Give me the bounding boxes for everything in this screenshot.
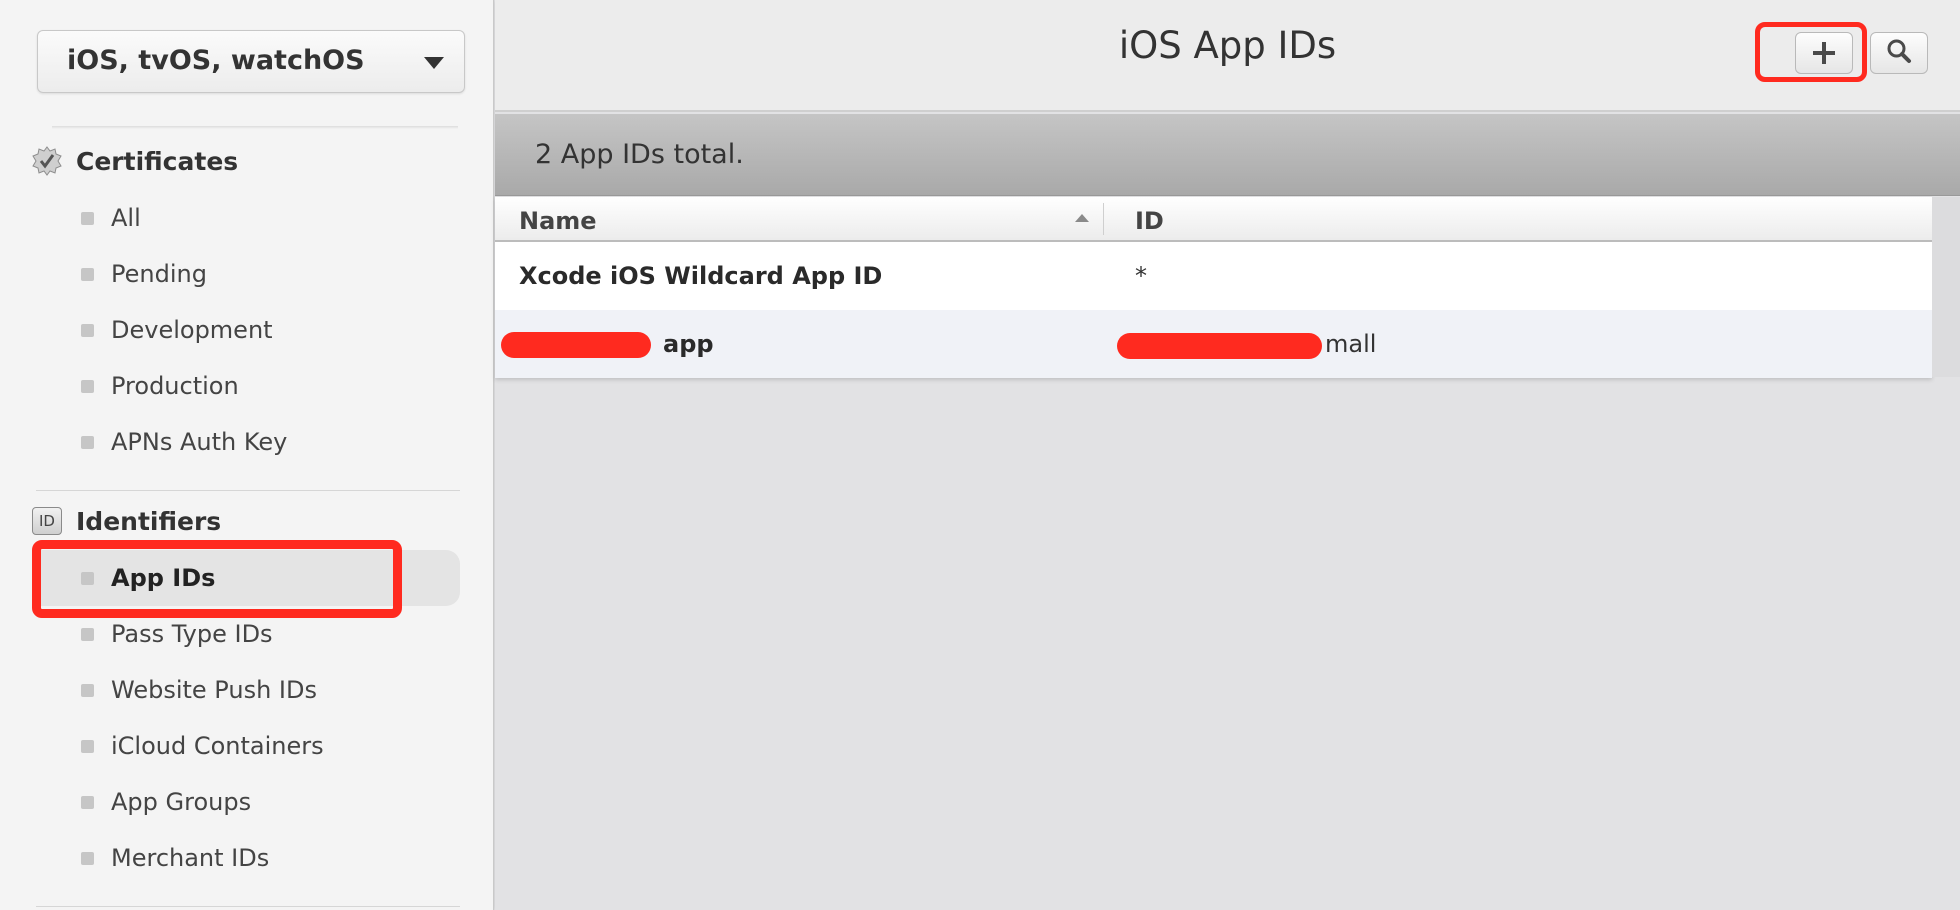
sidebar-item-label: APNs Auth Key xyxy=(111,428,288,456)
table-scroll-edge xyxy=(1932,197,1960,377)
bullet-icon xyxy=(81,795,94,809)
bullet-icon xyxy=(81,323,94,337)
section-title-identifiers: Identifiers xyxy=(76,506,222,536)
app-id-name: Xcode iOS Wildcard App ID xyxy=(519,262,883,290)
section-identifiers: ID Identifiers xyxy=(32,503,221,539)
add-button[interactable] xyxy=(1795,32,1853,74)
platform-dropdown-label: iOS, tvOS, watchOS xyxy=(67,45,365,76)
search-button[interactable] xyxy=(1870,32,1928,74)
sidebar-item-production[interactable]: Production xyxy=(36,358,460,414)
table-row[interactable]: Xcode iOS Wildcard App ID * xyxy=(495,242,1932,310)
section-title-certificates: Certificates xyxy=(76,146,239,176)
certificate-icon xyxy=(32,146,62,176)
table-row[interactable]: app mall xyxy=(495,310,1932,378)
sidebar-item-label: Merchant IDs xyxy=(111,844,270,872)
sidebar-item-label: iCloud Containers xyxy=(111,732,324,760)
sidebar-item-website-push-ids[interactable]: Website Push IDs xyxy=(36,662,460,718)
sidebar-item-label: Website Push IDs xyxy=(111,676,317,704)
bullet-icon xyxy=(81,267,94,281)
redaction-mark xyxy=(501,332,651,358)
sidebar-item-label: Production xyxy=(111,372,239,400)
sidebar-item-label: Development xyxy=(111,316,273,344)
id-badge-icon: ID xyxy=(32,507,62,535)
redaction-mark xyxy=(1117,333,1322,359)
sidebar-item-label: App Groups xyxy=(111,788,252,816)
sidebar-item-merchant-ids[interactable]: Merchant IDs xyxy=(36,830,460,886)
app-id-count: 2 App IDs total. xyxy=(535,139,744,170)
bullet-icon xyxy=(81,211,94,225)
sidebar-divider xyxy=(36,906,460,907)
app-id-name: app xyxy=(663,330,714,358)
sidebar-divider xyxy=(52,126,458,129)
column-divider xyxy=(1103,203,1104,235)
sort-ascending-icon xyxy=(1075,214,1089,222)
top-toolbar: iOS App IDs xyxy=(495,0,1960,112)
bullet-icon xyxy=(81,435,94,449)
sidebar-item-pending[interactable]: Pending xyxy=(36,246,460,302)
plus-icon xyxy=(1813,42,1835,64)
sidebar-item-apns-auth-key[interactable]: APNs Auth Key xyxy=(36,414,460,470)
bullet-icon xyxy=(81,571,94,585)
app-id-identifier: * xyxy=(1135,262,1147,290)
search-icon xyxy=(1886,38,1912,68)
summary-bar: 2 App IDs total. xyxy=(495,114,1960,196)
sidebar-item-app-ids[interactable]: App IDs xyxy=(36,550,460,606)
sidebar-item-development[interactable]: Development xyxy=(36,302,460,358)
sidebar-item-label: App IDs xyxy=(111,564,216,592)
column-header-id[interactable]: ID xyxy=(1135,207,1164,235)
sidebar-item-label: Pending xyxy=(111,260,207,288)
sidebar-item-icloud-containers[interactable]: iCloud Containers xyxy=(36,718,460,774)
column-header-name[interactable]: Name xyxy=(519,207,597,235)
bullet-icon xyxy=(81,683,94,697)
bullet-icon xyxy=(81,739,94,753)
sidebar-divider xyxy=(36,490,460,491)
section-certificates: Certificates xyxy=(32,143,238,179)
app-ids-table: Name ID Xcode iOS Wildcard App ID * app … xyxy=(495,197,1932,378)
sidebar-item-label: All xyxy=(111,204,141,232)
sidebar-item-pass-type-ids[interactable]: Pass Type IDs xyxy=(36,606,460,662)
page-title: iOS App IDs xyxy=(1118,24,1337,67)
bullet-icon xyxy=(81,851,94,865)
sidebar: iOS, tvOS, watchOS Certificates All Pend… xyxy=(0,0,494,910)
main-content: iOS App IDs 2 App IDs total. Name ID Xco… xyxy=(495,0,1960,910)
table-header: Name ID xyxy=(495,197,1932,242)
chevron-down-icon xyxy=(424,57,444,69)
bullet-icon xyxy=(81,379,94,393)
platform-dropdown[interactable]: iOS, tvOS, watchOS xyxy=(37,30,465,93)
sidebar-item-label: Pass Type IDs xyxy=(111,620,273,648)
bullet-icon xyxy=(81,627,94,641)
app-id-identifier: mall xyxy=(1325,330,1377,358)
sidebar-item-app-groups[interactable]: App Groups xyxy=(36,774,460,830)
sidebar-item-all[interactable]: All xyxy=(36,190,460,246)
